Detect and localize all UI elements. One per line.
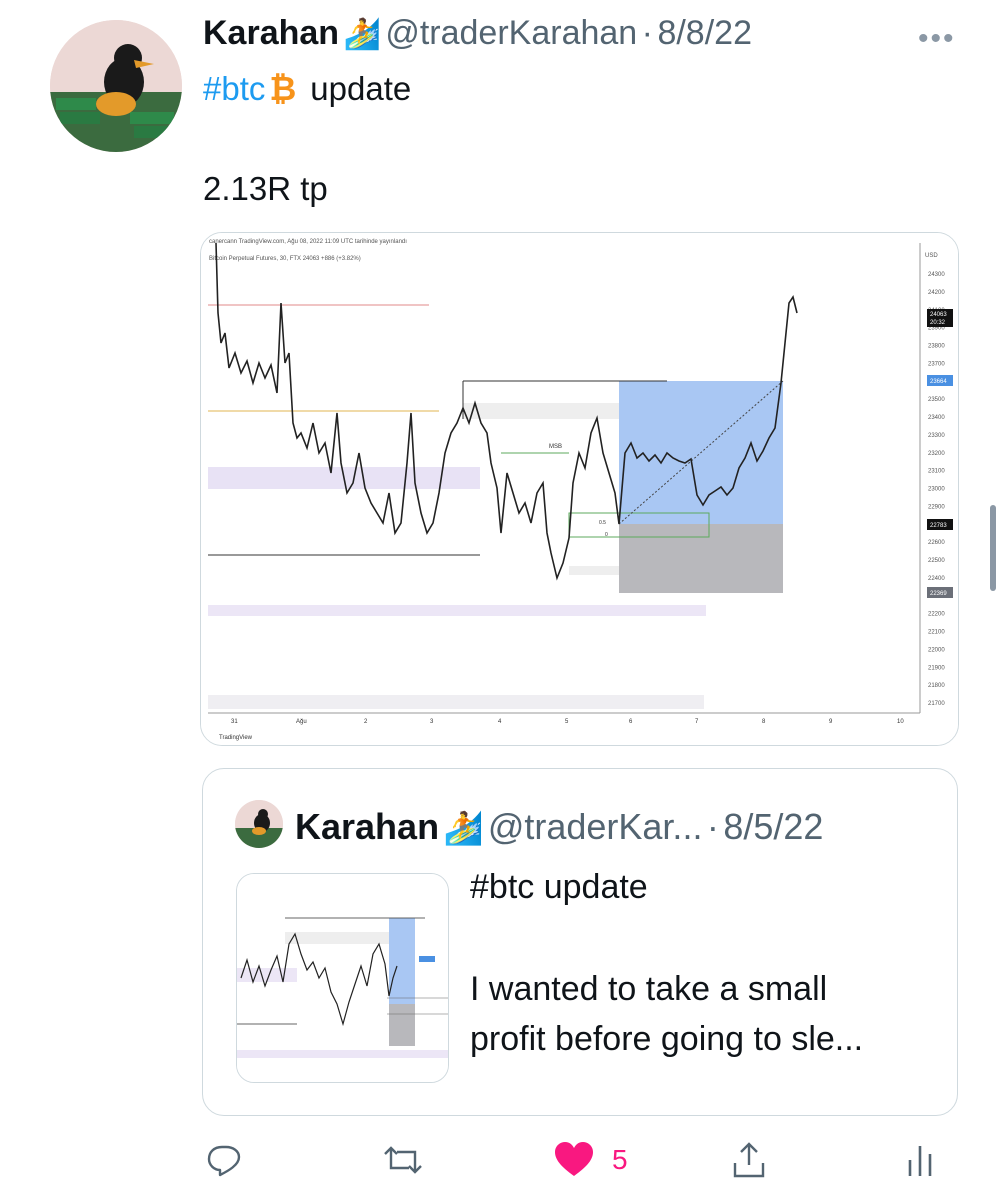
tradingview-logo: TradingView bbox=[219, 735, 253, 741]
quoted-author-name[interactable]: Karahan bbox=[295, 806, 439, 847]
trading-chart: canercann TradingView.com, Ağu 08, 2022 … bbox=[201, 233, 958, 745]
price-tick-label: 24200 bbox=[928, 290, 945, 296]
msb-label: MSB bbox=[549, 444, 562, 450]
tweet-header: Karahan 🏄 @traderKarahan · 8/8/22 bbox=[203, 14, 752, 53]
time-tick-label: 31 bbox=[231, 719, 238, 725]
heart-icon bbox=[555, 1142, 593, 1176]
quoted-tweet-date[interactable]: 8/5/22 bbox=[723, 806, 823, 847]
price-tick-label: 22100 bbox=[928, 630, 945, 636]
reply-button[interactable] bbox=[206, 1140, 242, 1180]
tweet-date[interactable]: 8/8/22 bbox=[657, 14, 752, 52]
stop-zone bbox=[619, 524, 783, 593]
quoted-text-line1: #btc update bbox=[470, 868, 648, 906]
price-tick-label: 23400 bbox=[928, 415, 945, 421]
quoted-meta-separator: · bbox=[706, 806, 719, 847]
price-tick-label: 23800 bbox=[928, 344, 945, 350]
quoted-surfer-emoji-icon: 🏄 bbox=[443, 810, 484, 846]
zone-purple-2 bbox=[208, 605, 706, 616]
reply-icon bbox=[207, 1145, 241, 1177]
time-tick-label: Ağu bbox=[296, 719, 307, 725]
price-tick-label: 23300 bbox=[928, 433, 945, 439]
like-count: 5 bbox=[612, 1144, 628, 1175]
surfer-emoji-icon: 🏄 bbox=[343, 18, 381, 51]
quoted-avatar-illustration bbox=[235, 800, 283, 848]
price-tick-label: 22000 bbox=[928, 647, 945, 653]
retweet-icon bbox=[384, 1146, 422, 1174]
retweet-button[interactable] bbox=[383, 1140, 423, 1180]
analytics-button[interactable] bbox=[906, 1140, 934, 1180]
price-tick-label: 24300 bbox=[928, 272, 945, 278]
price-tick-label: 23000 bbox=[928, 487, 945, 493]
price-tick-label: 22600 bbox=[928, 540, 945, 546]
chart-header-line1: canercann TradingView.com, Ağu 08, 2022 … bbox=[209, 239, 407, 245]
currency-label: USD bbox=[925, 253, 938, 259]
meta-separator: · bbox=[641, 14, 653, 52]
price-tick-label: 22400 bbox=[928, 576, 945, 582]
hashtag-link[interactable]: #btc bbox=[203, 70, 265, 107]
more-options-icon[interactable]: ••• bbox=[918, 22, 956, 56]
quoted-text-line3: profit before going to sle... bbox=[470, 1020, 864, 1058]
like-button[interactable]: 5 bbox=[554, 1140, 628, 1180]
price-tick-label: 21800 bbox=[928, 683, 945, 689]
avatar-illustration bbox=[50, 20, 182, 152]
tweet-text-line2: 2.13R tp bbox=[203, 170, 328, 207]
time-tick-label: 10 bbox=[897, 719, 904, 725]
price-tick-label: 22200 bbox=[928, 612, 945, 618]
price-tick-label: 22500 bbox=[928, 558, 945, 564]
price-tick-label: 22900 bbox=[928, 504, 945, 510]
fib-label-05: 0.5 bbox=[599, 520, 606, 526]
quoted-chart-thumbnail bbox=[237, 874, 448, 1082]
price-tick-label: 21700 bbox=[928, 701, 945, 707]
analytics-icon bbox=[908, 1146, 932, 1176]
author-name[interactable]: Karahan bbox=[203, 14, 339, 52]
author-avatar[interactable] bbox=[50, 20, 182, 152]
tweet-text-line1: #btc ₿ update bbox=[203, 70, 411, 108]
blue-price-text: 23664 bbox=[930, 379, 947, 385]
tweet-text-update: update bbox=[310, 70, 412, 107]
price-tick-label: 23700 bbox=[928, 361, 945, 367]
fib-label-0: 0 bbox=[605, 532, 608, 538]
price-tick-label: 21900 bbox=[928, 665, 945, 671]
quoted-author-avatar[interactable] bbox=[235, 800, 283, 848]
author-handle[interactable]: @traderKarahan bbox=[385, 14, 637, 52]
scrollbar-thumb[interactable] bbox=[990, 505, 996, 591]
price-tick-label: 23100 bbox=[928, 469, 945, 475]
zone-gray-bottom bbox=[208, 695, 704, 709]
quoted-author-handle[interactable]: @traderKar... bbox=[488, 806, 703, 847]
quoted-text-line2: I wanted to take a small bbox=[470, 970, 828, 1008]
last-price-text: 24063 bbox=[930, 312, 947, 318]
quoted-tweet-image[interactable] bbox=[236, 873, 449, 1083]
dark-price-text: 22783 bbox=[930, 523, 947, 529]
chart-header-line2: Bitcoin Perpetual Futures, 30, FTX 24063… bbox=[209, 256, 361, 262]
share-icon bbox=[733, 1142, 765, 1178]
price-tick-label: 23500 bbox=[928, 397, 945, 403]
bitcoin-icon: ₿ bbox=[269, 70, 297, 107]
price-tick-label: 23200 bbox=[928, 451, 945, 457]
zone-gray-top bbox=[463, 403, 619, 419]
quoted-header: Karahan 🏄 @traderKar... · 8/5/22 bbox=[295, 806, 823, 848]
last-time-text: 20:32 bbox=[930, 320, 946, 326]
share-button[interactable] bbox=[731, 1140, 767, 1180]
tweet-image[interactable]: canercann TradingView.com, Ağu 08, 2022 … bbox=[200, 232, 959, 746]
gray-price-text: 22369 bbox=[930, 591, 947, 597]
